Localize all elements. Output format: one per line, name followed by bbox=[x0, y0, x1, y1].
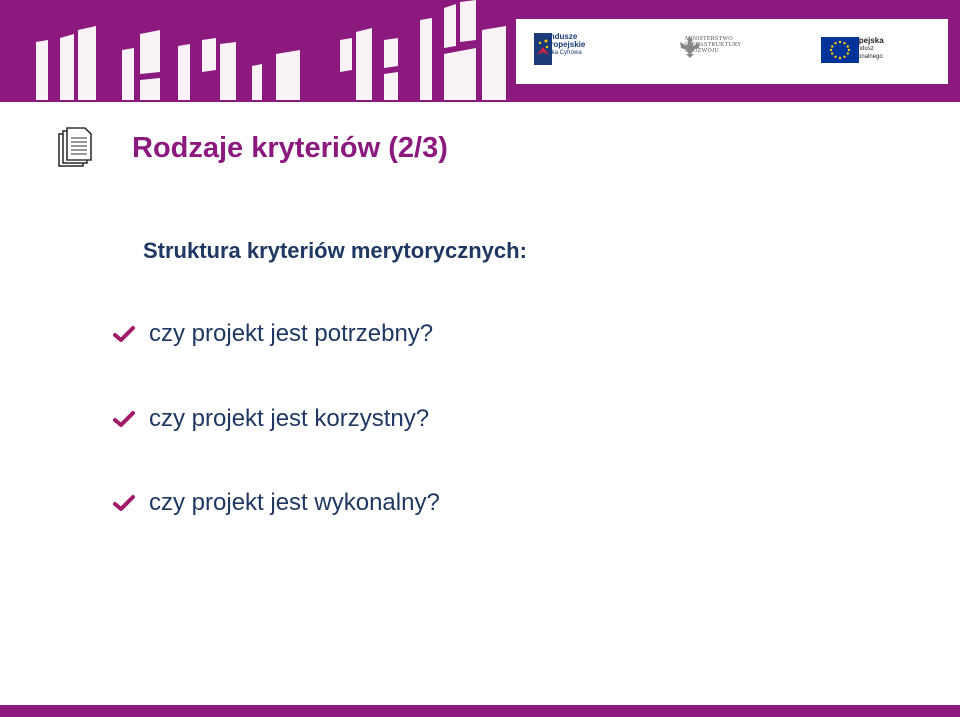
eu-flag-icon bbox=[821, 37, 859, 63]
fundusze-europejskie-logo-icon bbox=[534, 33, 552, 65]
header-band: Fundusze Europejskie Polska Cyfrowa MINI… bbox=[0, 0, 960, 102]
slide-title: Rodzaje kryteriów (2/3) bbox=[132, 132, 448, 164]
list-item: czy projekt jest wykonalny? bbox=[112, 489, 440, 517]
polish-eagle-emblem-icon bbox=[680, 37, 700, 58]
ministerstwo-logo: MINISTERSTWO INFRASTRUKTURY I ROZWOJU bbox=[680, 36, 741, 58]
documents-icon bbox=[57, 126, 93, 175]
slide-subtitle: Struktura kryteriów merytorycznych: bbox=[143, 238, 527, 263]
list-item: czy projekt jest korzystny? bbox=[112, 405, 429, 433]
list-item-text: czy projekt jest wykonalny? bbox=[149, 489, 440, 516]
footer-band bbox=[0, 705, 960, 717]
check-icon bbox=[113, 411, 135, 427]
logo-strip: Fundusze Europejskie Polska Cyfrowa MINI… bbox=[516, 19, 948, 84]
list-item-text: czy projekt jest korzystny? bbox=[149, 405, 430, 432]
check-icon bbox=[113, 326, 135, 342]
list-item-text: czy projekt jest potrzebny? bbox=[149, 320, 434, 347]
check-icon bbox=[113, 495, 135, 511]
list-item: czy projekt jest potrzebny? bbox=[112, 320, 433, 348]
fundusze-europejskie-logo: Fundusze Europejskie Polska Cyfrowa bbox=[534, 33, 585, 65]
unia-europejska-logo: Unia Europejska Europejski Fundusz Rozwo… bbox=[821, 37, 892, 63]
